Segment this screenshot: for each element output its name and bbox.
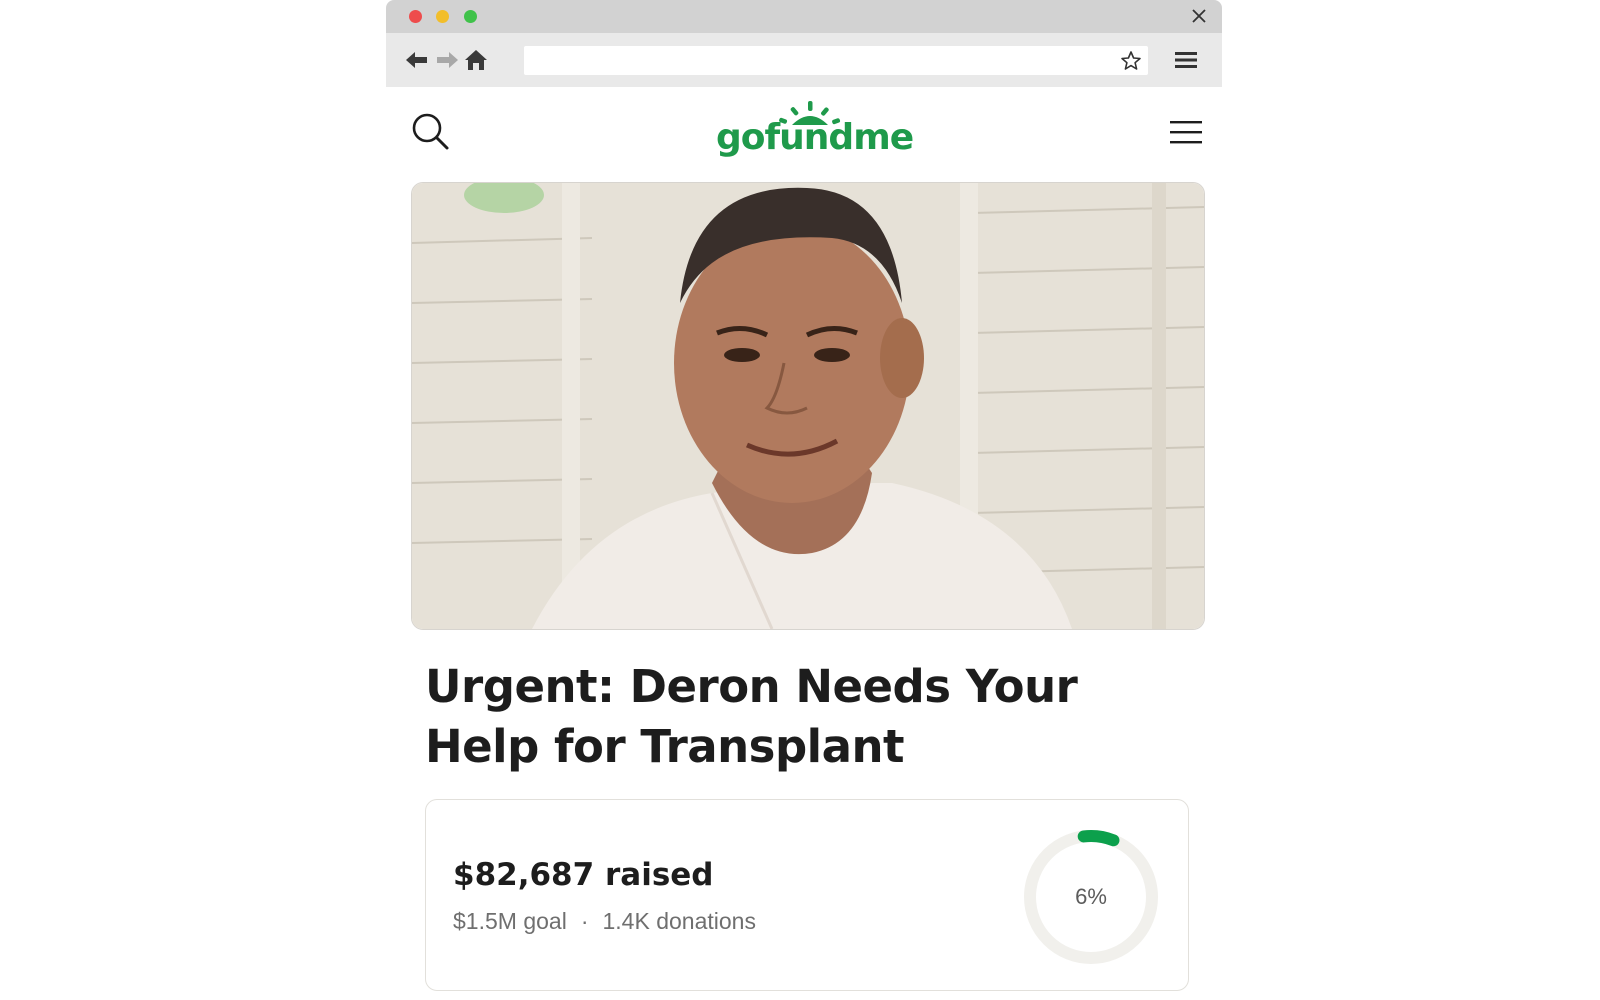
raised-suffix: raised [605, 857, 714, 893]
campaign-stats: $1.5M goal · 1.4K donations [453, 908, 756, 935]
back-arrow-icon[interactable] [404, 47, 430, 73]
stats-separator: · [580, 908, 589, 934]
address-bar[interactable] [524, 46, 1148, 75]
browser-toolbar [386, 33, 1222, 87]
campaign-title: Urgent: Deron Needs Your Help for Transp… [425, 660, 1078, 773]
forward-arrow-icon[interactable] [434, 47, 460, 73]
donation-count: 1.4K donations [602, 908, 756, 934]
amount-raised: $82,687 raised [453, 857, 714, 893]
title-bar [386, 0, 1222, 33]
bookmark-star-icon[interactable] [1120, 50, 1142, 72]
menu-icon[interactable] [1174, 49, 1198, 71]
close-icon[interactable] [1190, 7, 1208, 25]
minimize-window-button[interactable] [436, 10, 449, 23]
close-window-button[interactable] [409, 10, 422, 23]
site-header: gofundme [386, 87, 1222, 182]
campaign-photo[interactable] [411, 182, 1205, 630]
gofundme-logo[interactable]: gofundme [716, 101, 914, 169]
browser-window: gofundme Urgent: Deron Needs Your Help f… [386, 0, 1222, 1000]
donation-progress-card[interactable]: $82,687 raised $1.5M goal · 1.4K donations… [425, 799, 1189, 991]
search-icon[interactable] [411, 112, 451, 152]
raised-amount: $82,687 [453, 857, 595, 893]
logo-wordmark: gofundme [716, 117, 914, 158]
goal-amount: $1.5M goal [453, 908, 567, 934]
hamburger-menu-icon[interactable] [1170, 119, 1202, 145]
progress-percent: 6% [1075, 884, 1107, 909]
campaign-photo-image [412, 183, 1204, 629]
maximize-window-button[interactable] [464, 10, 477, 23]
home-icon[interactable] [463, 47, 489, 73]
